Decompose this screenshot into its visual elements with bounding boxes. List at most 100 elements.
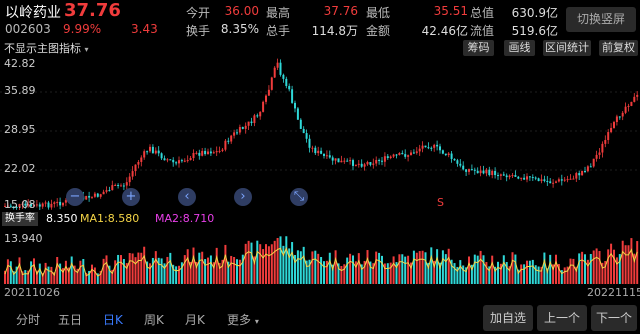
turnover-bar xyxy=(320,256,323,284)
dropdown-arrow-icon: ▾ xyxy=(254,317,259,326)
candle-body xyxy=(470,169,473,171)
turnover-bar xyxy=(44,262,47,284)
turnover-bar xyxy=(198,252,201,284)
candle-body xyxy=(122,185,125,187)
kline-chart[interactable] xyxy=(0,56,640,210)
candle-body xyxy=(546,180,549,182)
next-button[interactable]: 下一个 xyxy=(591,305,637,331)
candle-body xyxy=(482,170,485,174)
start-date: 20211026 xyxy=(4,286,60,299)
draw-line-button[interactable]: 画线 xyxy=(504,40,535,56)
turnover-bar xyxy=(528,260,531,284)
candle-body xyxy=(476,170,479,174)
candle-body xyxy=(59,201,62,206)
turnover-bar xyxy=(247,240,250,284)
turnover-bar xyxy=(238,259,241,284)
candle-body xyxy=(581,170,584,176)
candle-body xyxy=(279,62,282,75)
tab-five-day[interactable]: 五日 xyxy=(58,311,82,328)
candle-body xyxy=(198,152,201,156)
y-axis-label-3: 28.95 xyxy=(4,123,36,136)
turnover-bar xyxy=(285,236,288,284)
turnover-bar xyxy=(79,260,82,284)
tab-weekly-k[interactable]: 周K xyxy=(144,311,164,328)
stat-value-float-value: 519.6亿 xyxy=(511,24,558,38)
candle-body xyxy=(149,146,151,152)
indicator-selector-label: 不显示主图指标 xyxy=(4,42,81,55)
candle-body xyxy=(105,190,108,192)
candle-body xyxy=(604,140,607,144)
candle-body xyxy=(424,145,427,148)
candle-body xyxy=(441,150,444,154)
candle-body xyxy=(270,77,273,90)
tab-intraday[interactable]: 分时 xyxy=(16,311,40,328)
candle-body xyxy=(241,127,244,129)
stat-label-total-value: 总值 xyxy=(470,6,495,20)
candle-body xyxy=(520,177,523,179)
turnover-bar xyxy=(479,250,482,284)
candle-body xyxy=(473,169,476,171)
candle-body xyxy=(537,178,540,182)
turnover-bar xyxy=(491,255,494,284)
candle-body xyxy=(224,140,227,150)
turnover-bar xyxy=(424,252,427,284)
tab-monthly-k[interactable]: 月K xyxy=(185,311,205,328)
candle-body xyxy=(502,174,505,176)
candle-body xyxy=(607,132,610,141)
stat-value-amount: 42.46亿 xyxy=(421,24,468,38)
turnover-bar xyxy=(186,249,189,284)
turnover-bar xyxy=(201,251,204,284)
turnover-bar xyxy=(378,252,381,284)
stat-label-amount: 金额 xyxy=(366,24,391,38)
candle-body xyxy=(505,175,508,178)
turnover-bar xyxy=(386,263,389,284)
candle-body xyxy=(302,128,305,134)
candle-body xyxy=(511,175,514,177)
candle-body xyxy=(485,169,488,174)
tab-more[interactable]: 更多 ▾ xyxy=(227,311,259,328)
candle-body xyxy=(265,95,267,102)
turnover-bar xyxy=(256,240,259,284)
indicator-selector[interactable]: 不显示主图指标 ▾ xyxy=(4,40,89,56)
turnover-bar xyxy=(352,255,354,284)
previous-button[interactable]: 上一个 xyxy=(537,305,587,331)
turnover-bar xyxy=(114,260,117,284)
candle-body xyxy=(140,157,143,162)
zoom-in-button[interactable]: + xyxy=(122,188,140,206)
forward-adjust-button[interactable]: 前复权 xyxy=(599,40,638,56)
add-watchlist-button[interactable]: 加自选 xyxy=(483,305,533,331)
scroll-left-button[interactable]: ‹ xyxy=(178,188,196,206)
chips-button[interactable]: 筹码 xyxy=(463,40,494,56)
fullscreen-button[interactable]: ⤡ xyxy=(290,188,308,206)
turnover-bar xyxy=(296,250,299,284)
turnover-bar xyxy=(9,261,12,284)
candle-body xyxy=(459,163,462,166)
candle-body xyxy=(531,177,534,179)
zoom-out-button[interactable]: − xyxy=(66,188,84,206)
turnover-bar xyxy=(328,252,331,284)
candle-body xyxy=(56,201,59,203)
tab-daily-k[interactable]: 日K xyxy=(103,311,123,328)
candle-body xyxy=(627,105,630,107)
turnover-bar xyxy=(468,256,470,284)
candle-body xyxy=(166,159,169,161)
candle-body xyxy=(357,163,360,165)
turnover-bar xyxy=(607,249,610,284)
candle-body xyxy=(201,150,204,156)
candle-body xyxy=(273,67,276,78)
scroll-right-button[interactable]: › xyxy=(234,188,252,206)
turnover-bar xyxy=(236,259,238,284)
stat-label-low: 最低 xyxy=(366,6,391,20)
candle-body xyxy=(444,153,447,156)
candle-body xyxy=(375,160,378,164)
candle-body xyxy=(259,111,262,117)
kline-gridlines xyxy=(0,91,640,171)
turnover-chart[interactable] xyxy=(0,228,640,284)
indicator-label[interactable]: 换手率 xyxy=(2,212,38,226)
candle-body xyxy=(468,169,470,172)
switch-portrait-button[interactable]: 切换竖屏 xyxy=(566,7,636,32)
candle-body xyxy=(175,162,178,164)
turnover-bar xyxy=(569,258,572,284)
range-stats-button[interactable]: 区间统计 xyxy=(543,40,591,56)
candle-body xyxy=(204,150,207,155)
